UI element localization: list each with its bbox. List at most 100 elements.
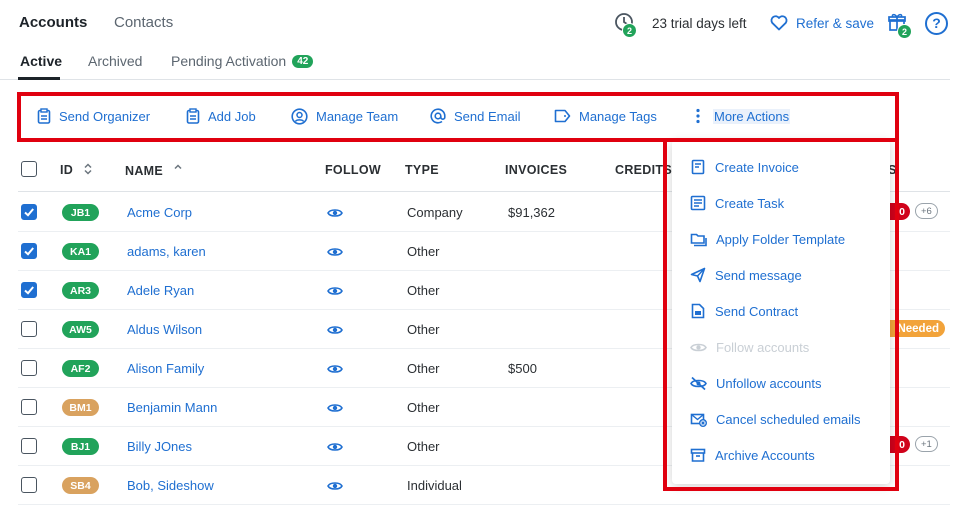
account-type: Other [407, 439, 440, 454]
column-header-type[interactable]: TYPE [405, 163, 439, 177]
account-name-link[interactable]: Aldus Wilson [127, 322, 202, 337]
menu-item-apply-folder-template[interactable]: Apply Folder Template [690, 229, 845, 249]
account-type: Company [407, 205, 463, 220]
menu-item-cancel-scheduled-emails[interactable]: Cancel scheduled emails [690, 409, 861, 429]
top-nav: Accounts Contacts 2 23 trial days left R… [0, 0, 956, 44]
account-name-link[interactable]: Acme Corp [127, 205, 192, 220]
refer-label: Refer & save [796, 15, 875, 31]
row-checkbox[interactable] [21, 243, 37, 259]
account-id-badge: BJ1 [62, 438, 99, 455]
account-name-link[interactable]: Bob, Sideshow [127, 478, 214, 493]
menu-item-label: Create Task [715, 195, 785, 211]
menu-item-create-invoice[interactable]: Create Invoice [690, 157, 799, 177]
trial-indicator[interactable]: 2 23 trial days left [614, 8, 747, 38]
help-button[interactable]: ? [925, 8, 948, 38]
menu-item-label: Unfollow accounts [716, 375, 822, 391]
heart-icon [770, 15, 788, 31]
account-type: Other [407, 400, 440, 415]
menu-item-label: Apply Folder Template [716, 231, 846, 247]
menu-item-create-task[interactable]: Create Task [690, 193, 784, 213]
mail-cancel-icon [690, 412, 716, 427]
add-job-button[interactable]: Add Job [186, 107, 256, 125]
refer-link[interactable]: Refer & save [770, 8, 874, 38]
account-name-link[interactable]: Billy JOnes [127, 439, 192, 454]
row-checkbox[interactable] [21, 477, 37, 493]
sort-asc-icon [174, 164, 182, 170]
invoice-icon [690, 159, 715, 175]
folders-icon [690, 231, 716, 247]
menu-item-label: Cancel scheduled emails [716, 411, 861, 427]
send-email-button[interactable]: Send Email [430, 107, 520, 125]
more-actions-menu: Create Invoice Create Task Apply Folder Te… [672, 140, 890, 484]
manage-team-label: Manage Team [316, 108, 399, 124]
send-organizer-button[interactable]: Send Organizer [37, 107, 150, 125]
menu-item-label: Send Contract [715, 303, 799, 319]
account-id-badge: AW5 [62, 321, 99, 338]
column-header-follow[interactable]: FOLLOW [325, 163, 381, 177]
follow-eye-icon[interactable] [327, 245, 343, 263]
account-name-link[interactable]: adams, karen [127, 244, 206, 259]
account-name-link[interactable]: Adele Ryan [127, 283, 194, 298]
account-id-badge: BM1 [62, 399, 99, 416]
menu-item-label: Follow accounts [716, 339, 810, 355]
archive-icon [690, 447, 715, 463]
account-id-badge: AR3 [62, 282, 99, 299]
account-name-link[interactable]: Benjamin Mann [127, 400, 217, 415]
manage-tags-label: Manage Tags [579, 108, 657, 124]
row-checkbox[interactable] [21, 438, 37, 454]
more-actions-button[interactable]: More Actions [691, 107, 791, 125]
account-type: Other [407, 244, 440, 259]
row-checkbox[interactable] [21, 360, 37, 376]
manage-tags-button[interactable]: Manage Tags [554, 107, 657, 125]
help-icon: ? [925, 11, 948, 35]
at-icon [430, 108, 446, 124]
follow-eye-icon[interactable] [327, 401, 343, 419]
kebab-icon [696, 108, 700, 124]
menu-item-unfollow-accounts[interactable]: Unfollow accounts [690, 373, 822, 393]
clock-icon: 2 [614, 12, 637, 38]
follow-eye-icon[interactable] [327, 479, 343, 497]
tab-archived[interactable]: Archived [88, 53, 142, 69]
tab-pending-activation[interactable]: Pending Activation 42 [171, 53, 314, 69]
sort-icon [84, 163, 92, 175]
manage-team-button[interactable]: Manage Team [291, 107, 398, 125]
bulk-actions-toolbar: Send Organizer Add Job Manage Team Send … [18, 95, 880, 140]
menu-item-archive-accounts[interactable]: Archive Accounts [690, 445, 815, 465]
send-icon [690, 267, 715, 283]
account-id-badge: KA1 [62, 243, 99, 260]
nav-accounts[interactable]: Accounts [19, 14, 87, 31]
account-type: Individual [407, 478, 462, 493]
menu-item-send-contract[interactable]: Send Contract [690, 301, 798, 321]
more-tags-badge[interactable]: +1 [915, 436, 938, 452]
menu-item-send-message[interactable]: Send message [690, 265, 802, 285]
column-header-id[interactable]: ID [60, 163, 93, 177]
gift-button[interactable]: 2 [887, 8, 912, 39]
row-checkbox[interactable] [21, 204, 37, 220]
more-tags-badge[interactable]: +6 [915, 203, 938, 219]
follow-eye-icon[interactable] [327, 284, 343, 302]
row-checkbox[interactable] [21, 399, 37, 415]
tab-active[interactable]: Active [20, 53, 62, 69]
account-id-badge: SB4 [62, 477, 99, 494]
trial-badge: 2 [622, 23, 637, 38]
follow-eye-icon[interactable] [327, 440, 343, 458]
select-all-checkbox[interactable] [21, 161, 37, 177]
team-icon [291, 107, 308, 125]
follow-eye-icon[interactable] [327, 323, 343, 341]
follow-eye-icon[interactable] [327, 362, 343, 380]
account-type: Other [407, 283, 440, 298]
account-name-link[interactable]: Alison Family [127, 361, 204, 376]
pending-count-badge: 42 [292, 55, 314, 68]
account-type: Other [407, 361, 440, 376]
row-checkbox[interactable] [21, 282, 37, 298]
follow-eye-icon[interactable] [327, 206, 343, 224]
eye-icon [690, 341, 716, 354]
row-checkbox[interactable] [21, 321, 37, 337]
menu-item-label: Create Invoice [715, 159, 799, 175]
column-header-name[interactable]: NAME [125, 163, 183, 178]
column-header-invoices[interactable]: INVOICES [505, 163, 567, 177]
task-icon [690, 195, 715, 211]
column-header-credits[interactable]: CREDITS [615, 163, 672, 177]
nav-contacts[interactable]: Contacts [114, 14, 173, 31]
menu-item-label: Send message [715, 267, 802, 283]
